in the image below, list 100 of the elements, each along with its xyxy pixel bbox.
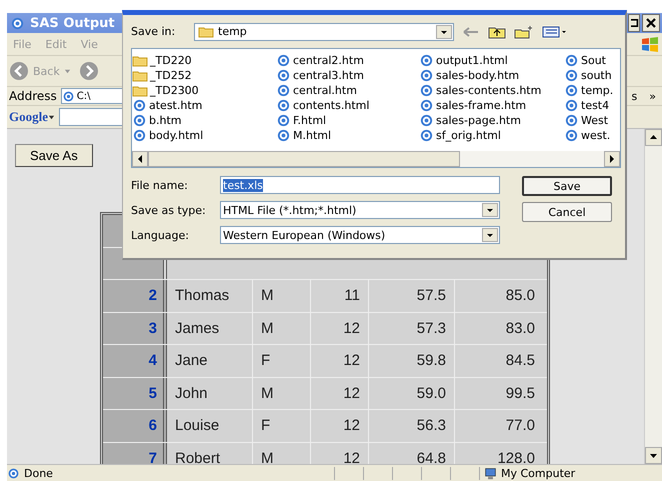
listing-entry[interactable]: temp. [564, 83, 620, 98]
language-label: Language: [131, 228, 190, 242]
browser-page-icon [62, 90, 75, 102]
save-as-type-dropdown[interactable]: HTML File (*.htm;*.html) [220, 201, 500, 219]
table-cell: 59.0 [369, 378, 455, 409]
row-number: 4 [103, 345, 167, 376]
table-cell: 12 [311, 345, 369, 376]
table-cell: Thomas [167, 280, 253, 312]
listing-entry[interactable]: Sout [564, 53, 620, 68]
row-number: 3 [103, 312, 167, 344]
listing-entry[interactable]: contents.html [276, 98, 419, 113]
maximize-icon [631, 18, 639, 28]
save-in-label: Save in: [131, 25, 176, 38]
browser-page-icon [419, 83, 434, 98]
save-in-dropdown[interactable]: temp [194, 22, 454, 40]
listing-entry[interactable]: _TD252 [132, 68, 276, 83]
save-button[interactable]: Save [522, 176, 612, 196]
table-cell-text: 83.0 [504, 318, 536, 339]
listing-entry[interactable]: central2.htm [276, 53, 419, 68]
row-number: 2 [103, 280, 167, 312]
listing-entry[interactable]: sales-page.htm [419, 113, 564, 128]
row-number: 7 [103, 442, 167, 464]
scroll-down-icon[interactable] [645, 447, 662, 464]
scroll-up-icon[interactable] [645, 129, 662, 146]
vertical-scrollbar[interactable] [644, 129, 662, 464]
browser-page-icon [564, 128, 579, 143]
browser-page-icon [419, 68, 434, 83]
browser-page-icon [564, 53, 579, 68]
listing-entry[interactable]: sales-body.htm [419, 68, 564, 83]
google-toolbar-button[interactable]: Google [7, 109, 48, 125]
listing-entry[interactable]: M.html [276, 128, 419, 143]
table-cell: 12 [311, 410, 369, 442]
new-folder-icon[interactable] [514, 24, 534, 38]
listing-entry[interactable]: West [564, 113, 620, 128]
forward-button[interactable] [78, 61, 99, 81]
browser-page-icon [564, 113, 579, 128]
view-menu-icon[interactable] [542, 24, 568, 38]
scroll-right-icon[interactable] [604, 151, 620, 167]
listing-entry[interactable]: south [564, 68, 620, 83]
table-cell: Jane [167, 345, 253, 376]
file-name-label: File name: [131, 178, 189, 192]
listing-entry[interactable]: central3.htm [276, 68, 419, 83]
table-cell: John [167, 378, 253, 409]
listing-entry[interactable]: sales-contents.htm [419, 83, 564, 98]
listing-entry[interactable]: b.htm [132, 113, 276, 128]
listing-entry[interactable]: body.html [132, 128, 276, 143]
security-zone: My Computer [479, 466, 576, 480]
browser-page-icon [419, 128, 434, 143]
listing-entry[interactable]: output1.html [419, 53, 564, 68]
listing-entry[interactable]: sf_orig.html [419, 128, 564, 143]
close-button[interactable] [642, 14, 660, 32]
listing-entry[interactable]: test4 [564, 98, 620, 113]
folder-icon [132, 54, 148, 66]
close-icon [646, 18, 656, 28]
browser-page-icon [564, 83, 579, 98]
table-cell-text: 99.5 [504, 384, 536, 404]
up-folder-icon[interactable] [488, 24, 506, 38]
table-cell: 57.5 [369, 280, 455, 312]
save-as-button[interactable]: Save As [15, 144, 93, 167]
table-cell: James [167, 312, 253, 344]
table-cell: 64.8 [369, 442, 455, 464]
browser-page-icon [276, 128, 291, 143]
links-label[interactable]: s [632, 90, 638, 102]
file-name-field[interactable]: test.xls [220, 176, 500, 194]
listing-entry[interactable]: F.html [276, 113, 419, 128]
listing-entry[interactable]: _TD220 [132, 53, 276, 68]
maximize-button[interactable] [628, 14, 640, 32]
more-links-button[interactable]: » [637, 90, 662, 102]
row-number: 5 [103, 378, 167, 409]
table-cell-text: 77.0 [504, 416, 536, 436]
folder-icon [132, 70, 148, 82]
table-cell: 56.3 [369, 410, 455, 442]
listing-entry[interactable]: central.htm [276, 83, 419, 98]
window-title: SAS Output [30, 16, 115, 30]
table-cell: 59.8 [369, 345, 455, 376]
browser-page-icon [276, 68, 291, 83]
table-cell-text: 84.5 [504, 351, 536, 372]
table-cell: F [253, 410, 311, 442]
table-cell: Robert [167, 442, 253, 464]
save-as-type-label: Save as type: [131, 204, 207, 216]
row-number: 6 [103, 410, 167, 442]
table-cell: F [253, 345, 311, 376]
browser-page-icon [564, 98, 579, 113]
listing-entry[interactable]: west. [564, 128, 620, 143]
table-cell: 12 [311, 378, 369, 409]
scroll-left-icon[interactable] [132, 151, 148, 167]
browser-page-icon [276, 98, 291, 113]
language-dropdown[interactable]: Western European (Windows) [220, 226, 500, 244]
table-cell-text: 128.0 [496, 448, 536, 464]
address-label: Address [8, 89, 57, 103]
status-text: Done [7, 466, 334, 480]
cancel-button[interactable]: Cancel [522, 202, 612, 222]
browser-page-icon [276, 83, 291, 98]
table-cell: 12 [311, 312, 369, 344]
table-cell: 57.3 [369, 312, 455, 344]
listing-entry[interactable]: sales-frame.htm [419, 98, 564, 113]
table-cell: M [253, 280, 311, 312]
scrollbar-thumb[interactable] [148, 151, 460, 167]
horizontal-scrollbar[interactable] [132, 151, 620, 167]
browser-page-icon [276, 53, 291, 68]
